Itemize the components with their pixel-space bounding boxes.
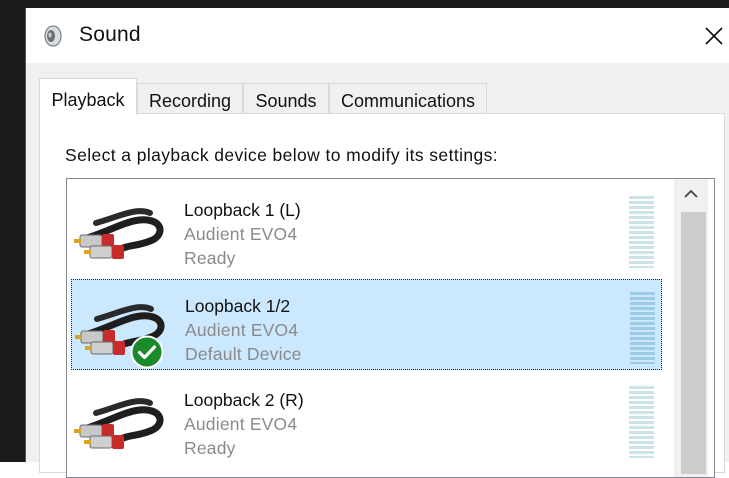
volume-meter — [630, 292, 655, 364]
device-item-loopback-2-r[interactable]: Loopback 2 (R) Audient EVO4 Ready — [71, 374, 662, 465]
device-name: Loopback 2 (R) — [184, 390, 304, 410]
volume-meter — [629, 196, 654, 268]
desktop-background-top — [0, 0, 729, 8]
window-title: Sound — [79, 23, 141, 46]
tab-recording[interactable]: Recording — [137, 83, 243, 113]
close-icon[interactable] — [697, 20, 729, 53]
title-bar[interactable]: Sound — [26, 8, 729, 63]
tab-communications[interactable]: Communications — [329, 83, 487, 113]
device-item-loopback-1-l[interactable]: Loopback 1 (L) Audient EVO4 Ready — [71, 184, 662, 275]
device-status: Ready — [184, 248, 236, 268]
device-driver: Audient EVO4 — [184, 414, 298, 434]
chevron-up-icon[interactable] — [674, 179, 708, 210]
volume-meter — [629, 386, 654, 458]
device-driver: Audient EVO4 — [184, 224, 298, 244]
tab-sounds[interactable]: Sounds — [243, 83, 329, 113]
rca-cable-icon — [74, 398, 164, 449]
speaker-icon — [44, 25, 62, 47]
playback-device-list[interactable]: Loopback 1 (L) Audient EVO4 Ready Loopba… — [66, 178, 715, 478]
scrollbar-thumb[interactable] — [681, 212, 706, 474]
tab-strip: Playback Recording Sounds Communications — [39, 78, 729, 115]
vertical-scrollbar[interactable] — [674, 179, 708, 477]
playback-instruction: Select a playback device below to modify… — [65, 145, 499, 165]
device-name: Loopback 1 (L) — [184, 200, 301, 220]
default-device-check-icon — [130, 335, 164, 369]
playback-panel: Select a playback device below to modify… — [39, 113, 725, 478]
rca-cable-icon — [74, 208, 164, 259]
device-status: Ready — [184, 438, 236, 458]
device-status: Default Device — [185, 344, 302, 364]
desktop-background-left — [0, 0, 25, 462]
device-name: Loopback 1/2 — [185, 296, 291, 316]
sound-dialog: Sound Playback Recording Sounds Communic… — [25, 8, 729, 478]
tab-playback[interactable]: Playback — [39, 78, 137, 115]
device-item-loopback-1-2[interactable]: Loopback 1/2 Audient EVO4 Default Device — [71, 279, 662, 370]
device-driver: Audient EVO4 — [185, 320, 299, 340]
